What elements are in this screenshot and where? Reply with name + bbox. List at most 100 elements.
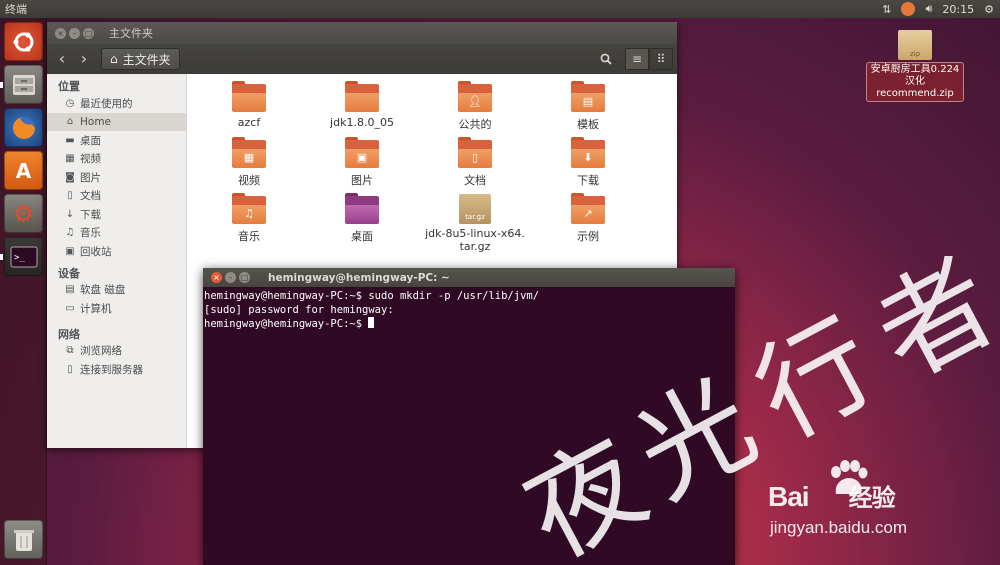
svg-text:>_: >_ [14,253,25,263]
downloads-folder-icon: ⬇ [571,137,605,168]
sidebar-item-pictures[interactable]: ◙ 图片 [47,168,186,187]
folder-item[interactable]: jdk1.8.0_05 [312,81,412,129]
devices-header: 设备 [58,266,80,280]
examples-folder-icon: ↗ [571,193,605,224]
archive-item[interactable]: tar.gz jdk-8u5-linux-x64. tar.gz [413,194,537,253]
folder-item[interactable]: ↗ 示例 [538,193,638,244]
public-folder-icon: 👤︎ [458,81,492,112]
desktop-zip-label: 安卓厨房工具0.224汉化 recommend.zip [866,62,964,102]
floppy-icon: ▤ [65,284,75,296]
close-button[interactable]: × [211,272,222,283]
home-icon: ⌂ [110,52,118,66]
input-method-icon[interactable] [901,2,916,16]
network-header: 网络 [58,327,80,341]
download-icon: ↓ [65,208,75,220]
settings-gear-icon: ⚙ [12,199,35,228]
network-icon[interactable]: ⇅ [882,3,891,16]
folder-item[interactable]: ▦ 视频 [199,137,299,188]
back-button[interactable]: ‹ [51,48,73,70]
sidebar-item-computer[interactable]: ▭ 计算机 [47,299,186,318]
active-app-title: 终端 [5,3,27,16]
documents-folder-icon: ▯ [458,137,492,168]
minimize-button[interactable]: – [225,272,236,283]
sidebar-item-floppy[interactable]: ▤ 软盘 磁盘 [47,281,186,300]
ubuntu-logo-icon [12,31,33,52]
window-title: 主文件夹 [109,27,153,40]
clock[interactable]: 20:15 [942,3,974,16]
terminal-prompt-line[interactable]: hemingway@hemingway-PC:~$ [204,317,735,332]
folder-item[interactable]: 桌面 [312,193,412,244]
sidebar-item-music[interactable]: ♫ 音乐 [47,224,186,243]
gear-icon[interactable]: ⚙ [984,3,994,16]
launcher: A ⚙ >_ [0,18,47,565]
folder-item[interactable]: ▯ 文档 [425,137,525,188]
folder-item[interactable]: 👤︎ 公共的 [425,81,525,132]
volume-icon[interactable]: 🔊︎ [925,2,932,16]
folder-item[interactable]: azcf [199,81,299,129]
terminal-output[interactable]: hemingway@hemingway-PC:~$ sudo mkdir -p … [203,287,735,332]
launcher-software-center-button[interactable]: A [4,151,43,190]
tar-archive-icon: tar.gz [459,194,491,224]
launcher-firefox-button[interactable] [4,108,43,147]
file-manager-titlebar[interactable]: × – □ 主文件夹 [47,22,677,44]
folder-item[interactable]: ⬇ 下载 [538,137,638,188]
document-icon: ▯ [67,190,73,202]
baidu-jingyan-watermark: Bai 经验 jingyan.baidu.com [768,460,968,550]
watermark-char: 行 [735,296,896,464]
sidebar-item-videos[interactable]: ▦ 视频 [47,150,186,169]
minimize-button[interactable]: – [69,27,80,39]
grid-view-button[interactable]: ⠿ [649,48,673,70]
shopping-bag-icon: A [15,158,32,183]
dash-button[interactable] [4,22,43,61]
system-tray: ⇅ 🔊︎ 20:15 ⚙ [882,0,994,18]
launcher-files-button[interactable] [4,65,43,104]
folder-item[interactable]: ▣ 图片 [312,137,412,188]
server-icon: ▯ [67,363,73,375]
search-button[interactable] [595,48,617,70]
sidebar-item-browse-network[interactable]: ⧉ 浏览网络 [47,342,186,361]
folder-icon [345,81,379,112]
maximize-button[interactable]: □ [83,27,94,39]
sidebar-item-documents[interactable]: ▯ 文档 [47,187,186,206]
terminal-line: [sudo] password for hemingway: [204,303,394,316]
archive-icon: zip [898,30,932,60]
file-manager-toolbar: ‹ › ⌂ 主文件夹 ≡ ⠿ [47,44,677,74]
network-icon: ⧉ [66,345,74,357]
folder-item[interactable]: ♫ 音乐 [199,193,299,244]
folder-icon [232,81,266,112]
places-header: 位置 [58,80,80,93]
desktop-zip-file[interactable]: zip 安卓厨房工具0.224汉化 recommend.zip [866,30,964,102]
templates-folder-icon: ▤ [571,81,605,112]
forward-button[interactable]: › [73,48,95,70]
top-panel: 终端 ⇅ 🔊︎ 20:15 ⚙ [0,0,1000,18]
trash-icon [13,529,34,551]
sidebar-item-home[interactable]: ⌂ Home [47,112,186,131]
close-button[interactable]: × [55,27,66,39]
home-icon: ⌂ [66,116,74,128]
sidebar-item-recent[interactable]: ◷ 最近使用的 [47,94,186,113]
list-view-button[interactable]: ≡ [625,48,649,70]
terminal-window: × – □ hemingway@hemingway-PC: ~ hemingwa… [203,268,735,565]
breadcrumb-home[interactable]: ⌂ 主文件夹 [101,48,180,70]
sidebar-item-desktop[interactable]: ▬ 桌面 [47,131,186,150]
terminal-title: hemingway@hemingway-PC: ~ [268,271,450,284]
sidebar-item-connect-server[interactable]: ▯ 连接到服务器 [47,360,186,379]
terminal-titlebar[interactable]: × – □ hemingway@hemingway-PC: ~ [203,268,735,287]
trash-icon: ▣ [65,245,75,257]
watermark-char: 者 [855,236,1000,404]
firefox-icon [12,116,35,139]
videos-folder-icon: ▦ [232,137,266,168]
baidu-paw-icon [831,460,868,494]
maximize-button[interactable]: □ [239,272,250,283]
launcher-terminal-button[interactable]: >_ [4,237,43,276]
sidebar-item-downloads[interactable]: ↓ 下载 [47,205,186,224]
baidu-jingyan-url: jingyan.baidu.com [770,518,908,537]
text-cursor [368,317,375,328]
launcher-settings-button[interactable]: ⚙ [4,194,43,233]
sidebar-item-trash[interactable]: ▣ 回收站 [47,242,186,261]
desktop-folder-icon [345,193,379,224]
folder-item[interactable]: ▤ 模板 [538,81,638,132]
launcher-trash-button[interactable] [4,520,43,559]
desktop-icon: ▬ [65,134,75,146]
clock-icon: ◷ [65,97,75,109]
